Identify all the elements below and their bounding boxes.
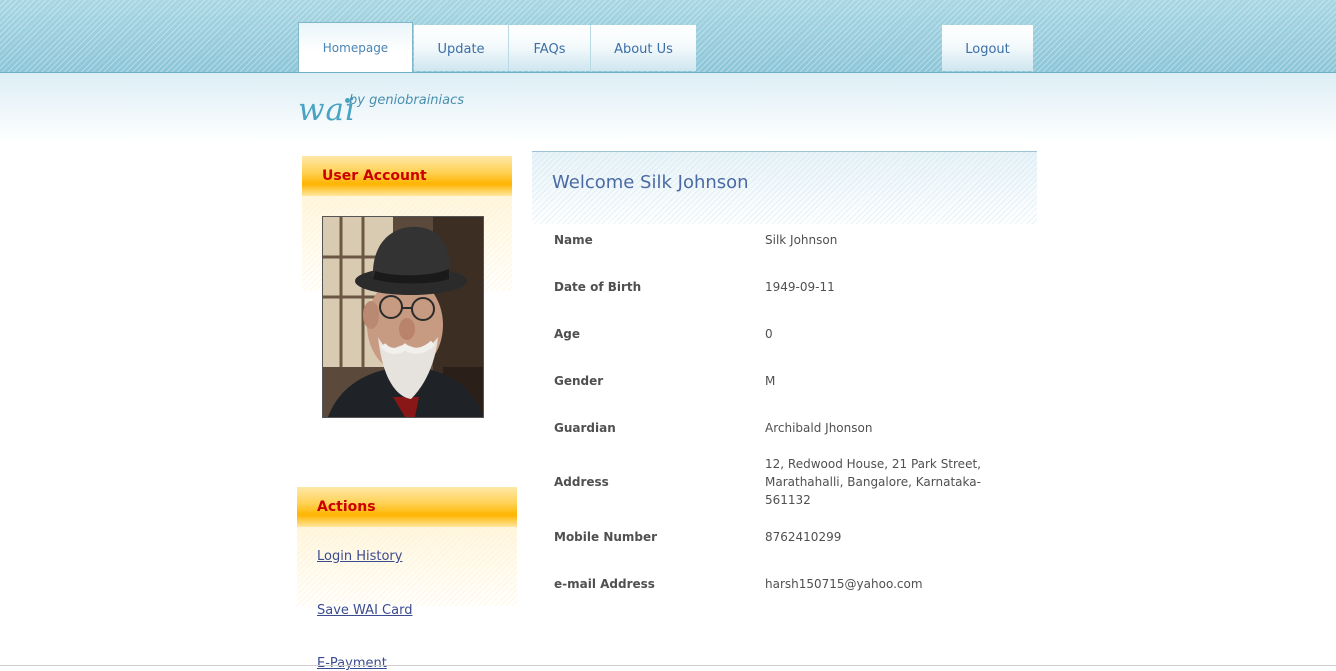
logout-button[interactable]: Logout	[942, 25, 1033, 71]
user-account-title: User Account	[322, 168, 427, 184]
tab-homepage-label: Homepage	[322, 41, 389, 55]
actions-panel-body	[297, 526, 517, 606]
actions-title: Actions	[317, 499, 376, 515]
name-value: Silk Johnson	[765, 233, 838, 247]
user-account-header: User Account	[302, 156, 512, 196]
login-history-link[interactable]: Login History	[317, 549, 402, 564]
logout-label: Logout	[965, 41, 1010, 57]
address-value: 12, Redwood House, 21 Park Street, Marat…	[765, 457, 981, 507]
mobile-label: Mobile Number	[554, 530, 658, 544]
age-label: Age	[554, 327, 581, 341]
welcome-heading: Welcome Silk Johnson	[552, 172, 749, 193]
dob-label: Date of Birth	[554, 280, 642, 294]
tab-about-us-label: About Us	[614, 41, 673, 57]
gender-value: M	[765, 374, 776, 388]
gender-label: Gender	[554, 374, 604, 388]
age-value: 0	[765, 327, 773, 341]
address-label: Address	[554, 475, 609, 489]
bottom-divider	[0, 665, 1336, 666]
tab-faqs-label: FAQs	[533, 41, 566, 57]
name-label: Name	[554, 233, 593, 247]
guardian-value: Archibald Jhonson	[765, 421, 873, 435]
logo-tagline: by geniobrainiacs	[349, 93, 465, 108]
tab-update[interactable]: Update	[414, 25, 509, 71]
user-avatar	[322, 216, 484, 418]
tab-update-label: Update	[437, 41, 485, 57]
email-label: e-mail Address	[554, 577, 655, 591]
tab-about-us[interactable]: About Us	[591, 25, 696, 71]
header-gradient	[0, 73, 1336, 143]
dob-value: 1949-09-11	[765, 280, 835, 294]
email-value: harsh150715@yahoo.com	[765, 577, 923, 591]
mobile-value: 8762410299	[765, 530, 842, 544]
guardian-label: Guardian	[554, 421, 616, 435]
save-wai-card-link[interactable]: Save WAI Card	[317, 603, 412, 618]
actions-header: Actions	[297, 487, 517, 527]
tab-faqs[interactable]: FAQs	[509, 25, 591, 71]
e-payment-link[interactable]: E-Payment	[317, 656, 387, 671]
tab-homepage[interactable]: Homepage	[298, 22, 413, 72]
